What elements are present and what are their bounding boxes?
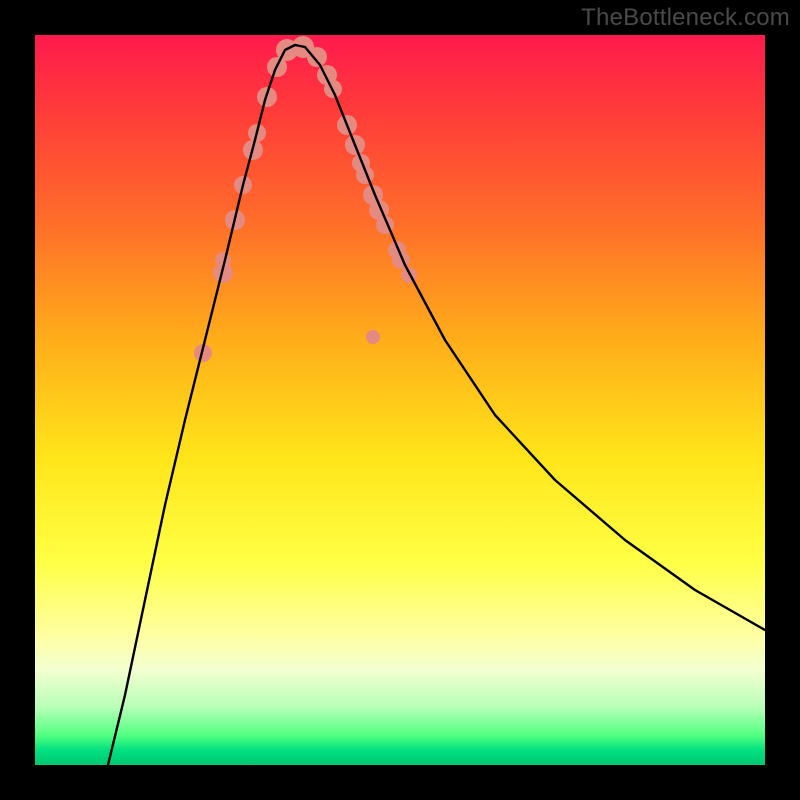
plot-area: [35, 35, 765, 765]
chart-svg: [35, 35, 765, 765]
markers-group: [194, 36, 417, 362]
chart-frame: TheBottleneck.com: [0, 0, 800, 800]
data-marker: [366, 330, 380, 344]
watermark-text: TheBottleneck.com: [581, 4, 790, 32]
data-marker: [307, 47, 327, 67]
bottleneck-curve: [108, 45, 765, 765]
